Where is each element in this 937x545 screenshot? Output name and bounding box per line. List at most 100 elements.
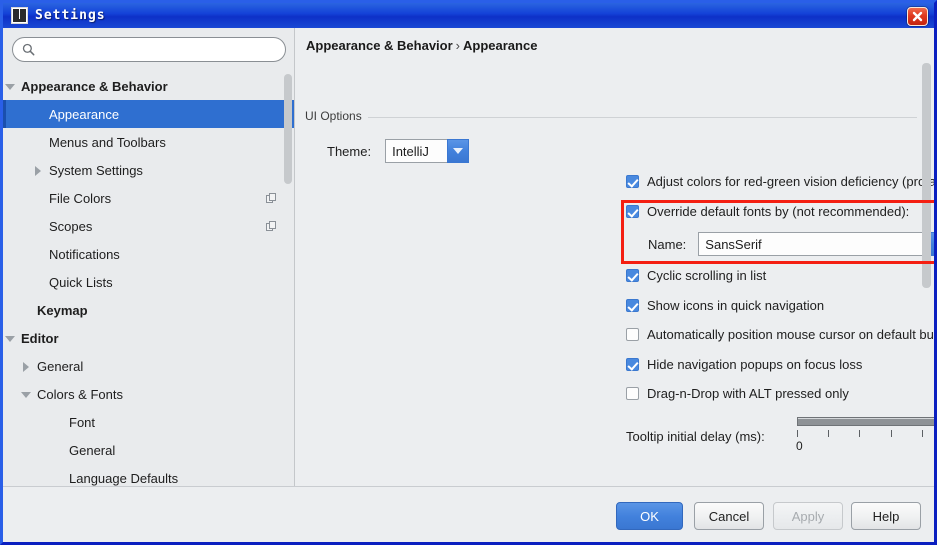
settings-sidebar: Appearance & Behavior Appearance Menus and… [3,28,295,486]
sidebar-item-editor[interactable]: Editor [3,324,294,352]
theme-row: Theme: IntelliJ [327,139,470,163]
chevron-down-icon[interactable] [3,79,17,93]
sidebar-item-menus-and-toolbars[interactable]: Menus and Toolbars [3,128,294,156]
window-title: Settings [35,8,106,23]
checkbox-cyclic-scrolling-in-list[interactable] [626,269,639,282]
sidebar-item-label: Keymap [37,302,88,318]
slider-min-label: 0 [796,439,803,453]
override-fonts-row: Override default fonts by (not recommend… [626,204,909,219]
adjust-colors-row: Adjust colors for red-green vision defic… [626,174,934,189]
sidebar-item-label: General [69,442,116,458]
breadcrumb-separator: › [455,38,461,53]
chevron-down-icon[interactable] [447,139,470,163]
breadcrumb-leaf: Appearance [463,38,538,53]
close-icon[interactable] [907,7,928,26]
sidebar-item-font[interactable]: Font [3,408,294,436]
ui-options-group-label: UI Options [305,109,368,123]
sidebar-item-label: Quick Lists [49,274,113,290]
settings-tree: Appearance & Behavior Appearance Menus and… [3,72,294,486]
dialog-client-area: Appearance & Behavior Appearance Menus and… [3,28,934,542]
checkbox-automatically-position-mouse-cursor-on-default-button[interactable] [626,328,639,341]
sidebar-item-keymap[interactable]: Keymap [3,296,294,324]
checkbox-label: Cyclic scrolling in list [647,268,767,283]
sidebar-item-label: Editor [21,330,59,346]
cancel-button[interactable]: Cancel [694,502,764,530]
font-name-label: Name: [648,236,687,252]
sidebar-item-general[interactable]: General [3,352,294,380]
override-fonts-checkbox[interactable] [626,205,639,218]
slider-tick [890,430,892,437]
slider-tick [859,430,861,437]
sidebar-item-notifications[interactable]: Notifications [3,240,294,268]
main-panel-scrollbar[interactable] [922,63,931,288]
sidebar-item-label: Scopes [49,218,93,234]
tooltip-delay-slider[interactable]: 0 1200 [796,414,934,456]
adjust-colors-checkbox[interactable] [626,175,639,188]
sidebar-item-label: Appearance [49,106,120,122]
help-button[interactable]: Help [851,502,921,530]
sidebar-item-system-settings[interactable]: System Settings [3,156,294,184]
copy-settings-icon[interactable] [266,220,277,231]
sidebar-item-label: Language Defaults [69,470,179,486]
sidebar-item-label: Appearance & Behavior [21,78,168,94]
font-name-value: SansSerif [698,232,930,256]
adjust-colors-label: Adjust colors for red-green vision defic… [647,174,934,189]
theme-combobox[interactable]: IntelliJ [385,139,470,163]
ok-button[interactable]: OK [616,502,683,530]
checkbox-label: Show icons in quick navigation [647,298,825,313]
dialog-button-bar: OK Cancel Apply Help [3,486,934,542]
search-field-wrapper [12,37,286,62]
checkbox-label: Automatically position mouse cursor on d… [647,327,934,342]
sidebar-item-file-colors[interactable]: File Colors [3,184,294,212]
copy-settings-icon[interactable] [266,192,277,203]
sidebar-item-label: Colors & Fonts [37,386,123,402]
sidebar-item-label: System Settings [49,162,143,178]
pycharm-icon [11,7,28,24]
font-name-combobox[interactable]: SansSerif [698,232,934,256]
title-bar[interactable]: Settings [3,3,934,28]
chevron-down-icon[interactable] [3,331,17,345]
sidebar-item-colors-fonts[interactable]: Colors & Fonts [3,380,294,408]
breadcrumb-root[interactable]: Appearance & Behavior [306,38,453,53]
checkbox-row-hide-navigation-popups-on-focus-loss: Hide navigation popups on focus loss [626,357,862,372]
override-fonts-label: Override default fonts by (not recommend… [647,204,910,219]
slider-tick [797,430,798,437]
chevron-down-icon[interactable] [19,387,33,401]
slider-track[interactable] [797,417,934,426]
antialiasing-group-label: Antialiasing [305,484,373,486]
slider-ticks [797,430,934,438]
theme-combobox-value: IntelliJ [385,139,448,163]
theme-label: Theme: [327,143,372,159]
sidebar-item-quick-lists[interactable]: Quick Lists [3,268,294,296]
slider-tick [921,430,923,437]
checkbox-hide-navigation-popups-on-focus-loss[interactable] [626,358,639,371]
tooltip-delay-label: Tooltip initial delay (ms): [626,429,765,444]
sidebar-scrollbar[interactable] [284,74,292,184]
sidebar-item-label: Font [69,414,96,430]
checkbox-row-show-icons-in-quick-navigation: Show icons in quick navigation [626,298,824,313]
sidebar-item-scopes[interactable]: Scopes [3,212,294,240]
breadcrumb: Appearance & Behavior › Appearance [306,38,537,53]
checkbox-show-icons-in-quick-navigation[interactable] [626,299,639,312]
sidebar-item-label: Menus and Toolbars [49,134,166,150]
checkbox-drag-n-drop-with-alt-pressed-only[interactable] [626,387,639,400]
sidebar-item-language-defaults[interactable]: Language Defaults [3,464,294,486]
checkbox-label: Drag-n-Drop with ALT pressed only [647,386,849,401]
sidebar-item-appearance-behavior[interactable]: Appearance & Behavior [3,72,294,100]
chevron-right-icon[interactable] [19,359,33,373]
search-box[interactable] [12,37,286,62]
checkbox-row-automatically-position-mouse-cursor-on-default-button: Automatically position mouse cursor on d… [626,327,934,342]
search-input[interactable] [39,42,264,57]
chevron-right-icon[interactable] [31,163,45,177]
tooltip-delay-label-row: Tooltip initial delay (ms): [626,429,765,444]
sidebar-item-general[interactable]: General [3,436,294,464]
sidebar-item-appearance[interactable]: Appearance [3,100,294,128]
ui-options-group: UI Options [305,109,917,123]
